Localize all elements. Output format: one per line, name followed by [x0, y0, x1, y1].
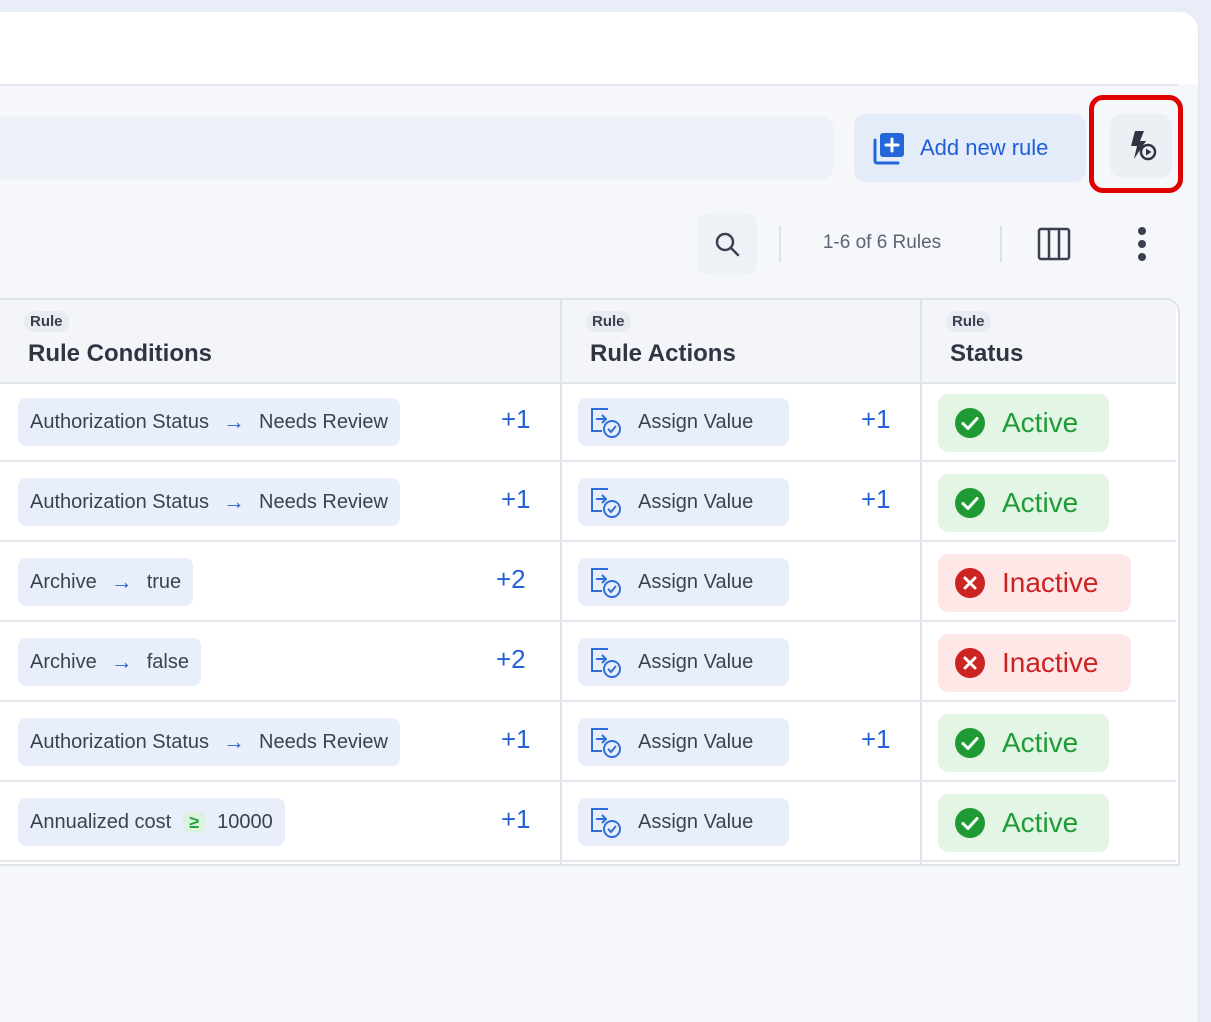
- condition-value: false: [146, 650, 189, 673]
- rules-table: Rule Rule Conditions Rule Rule Actions R…: [0, 298, 1180, 866]
- condition-chip[interactable]: Authorization Status → Needs Review: [18, 398, 400, 446]
- action-chip[interactable]: Assign Value: [578, 558, 789, 606]
- status-label: Inactive: [1002, 567, 1099, 598]
- condition-value: 10000: [217, 810, 273, 833]
- condition-operator: →: [223, 729, 245, 754]
- more-actions-count[interactable]: +1: [861, 724, 891, 755]
- status-label: Active: [1002, 727, 1079, 758]
- toolbar-separator: [1000, 226, 1002, 262]
- condition-value: Needs Review: [259, 410, 388, 433]
- table-row[interactable]: Archive → false +2 Assign Value Inactive: [0, 622, 1176, 702]
- header-divider: [0, 84, 1178, 86]
- status-badge: Active: [938, 794, 1109, 852]
- status-label: Active: [1002, 807, 1079, 838]
- condition-operator: →: [110, 649, 133, 674]
- more-options-button[interactable]: [1124, 222, 1160, 266]
- assign-value-icon: [591, 808, 621, 838]
- assign-value-icon: [591, 648, 621, 678]
- assign-value-icon: [591, 568, 621, 598]
- table-row[interactable]: Authorization Status → Needs Review +1 A…: [0, 462, 1176, 542]
- more-conditions-count[interactable]: +1: [501, 404, 531, 435]
- action-chip[interactable]: Assign Value: [578, 638, 789, 686]
- status-badge: Active: [938, 394, 1109, 452]
- table-row[interactable]: Annualized cost ≥ 10000 +1 Assign Value …: [0, 782, 1176, 862]
- condition-chip[interactable]: Authorization Status → Needs Review: [18, 478, 400, 526]
- more-actions-count[interactable]: +1: [861, 484, 891, 515]
- action-label: Assign Value: [638, 410, 754, 433]
- condition-chip[interactable]: Archive → false: [18, 638, 201, 686]
- condition-chip[interactable]: Annualized cost ≥ 10000: [18, 798, 285, 846]
- assign-value-icon: [591, 488, 621, 518]
- condition-operator: ≥: [183, 811, 206, 833]
- action-label: Assign Value: [638, 810, 754, 833]
- table-search-button[interactable]: [697, 213, 757, 275]
- status-badge: Inactive: [938, 554, 1131, 612]
- status-badge: Active: [938, 474, 1109, 532]
- status-label: Active: [1002, 407, 1079, 438]
- filter-bar[interactable]: [0, 116, 834, 180]
- action-chip[interactable]: Assign Value: [578, 718, 789, 766]
- column-group-label: Rule: [586, 311, 631, 332]
- condition-field: Authorization Status: [30, 730, 209, 753]
- rule-count: 1-6 of 6 Rules: [822, 232, 942, 253]
- add-new-rule-label: Add new rule: [920, 135, 1049, 160]
- more-vertical-icon: [1138, 227, 1146, 261]
- highlight-box: [1089, 95, 1183, 193]
- action-label: Assign Value: [638, 570, 754, 593]
- assign-value-icon: [591, 408, 621, 438]
- column-title: Rule Actions: [590, 340, 736, 367]
- condition-chip[interactable]: Archive → true: [18, 558, 194, 606]
- condition-operator: →: [223, 489, 245, 514]
- search-icon: [715, 232, 740, 257]
- column-title: Rule Conditions: [28, 340, 212, 367]
- condition-field: Archive: [30, 570, 97, 593]
- action-chip[interactable]: Assign Value: [578, 478, 789, 526]
- condition-field: Archive: [30, 650, 97, 673]
- condition-field: Authorization Status: [30, 410, 209, 433]
- condition-chip[interactable]: Authorization Status → Needs Review: [18, 718, 400, 766]
- action-label: Assign Value: [638, 650, 754, 673]
- more-conditions-count[interactable]: +2: [496, 644, 526, 675]
- table-row[interactable]: Authorization Status → Needs Review +1 A…: [0, 702, 1176, 782]
- assign-value-icon: [591, 728, 621, 758]
- add-rule-icon: [873, 133, 904, 165]
- check-circle-icon: [955, 408, 985, 438]
- column-title: Status: [950, 340, 1024, 367]
- status-label: Inactive: [1002, 647, 1099, 678]
- check-circle-icon: [955, 808, 985, 838]
- table-row[interactable]: Archive → true +2 Assign Value Inactive: [0, 542, 1176, 622]
- check-circle-icon: [955, 488, 985, 518]
- columns-icon: [1037, 227, 1071, 261]
- more-conditions-count[interactable]: +1: [501, 804, 531, 835]
- more-conditions-count[interactable]: +1: [501, 724, 531, 755]
- condition-field: Authorization Status: [30, 490, 209, 513]
- x-circle-icon: [955, 648, 985, 678]
- status-label: Active: [1002, 487, 1079, 518]
- condition-value: true: [146, 570, 182, 593]
- condition-value: Needs Review: [259, 490, 388, 513]
- add-new-rule-button[interactable]: Add new rule: [854, 114, 1086, 182]
- status-badge: Inactive: [938, 634, 1131, 692]
- more-conditions-count[interactable]: +2: [496, 564, 526, 595]
- condition-operator: →: [223, 409, 245, 434]
- check-circle-icon: [955, 728, 985, 758]
- status-badge: Active: [938, 714, 1109, 772]
- condition-field: Annualized cost: [30, 810, 172, 833]
- action-chip[interactable]: Assign Value: [578, 398, 789, 446]
- more-actions-count[interactable]: +1: [861, 404, 891, 435]
- table-row[interactable]: Authorization Status → Needs Review +1 A…: [0, 382, 1176, 462]
- table-header: Rule Rule Conditions Rule Rule Actions R…: [0, 300, 1176, 384]
- action-chip[interactable]: Assign Value: [578, 798, 789, 846]
- condition-operator: →: [110, 569, 133, 594]
- column-group-label: Rule: [24, 311, 69, 332]
- header-band: [0, 12, 1198, 84]
- action-label: Assign Value: [638, 730, 754, 753]
- column-group-label: Rule: [946, 311, 991, 332]
- condition-value: Needs Review: [259, 730, 388, 753]
- more-conditions-count[interactable]: +1: [501, 484, 531, 515]
- columns-button[interactable]: [1032, 224, 1076, 264]
- x-circle-icon: [955, 568, 985, 598]
- action-label: Assign Value: [638, 490, 754, 513]
